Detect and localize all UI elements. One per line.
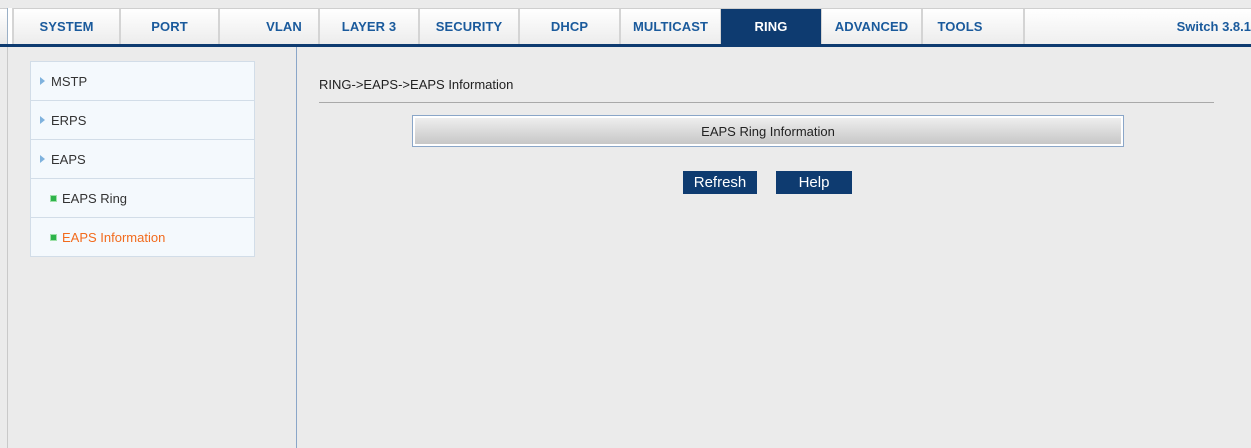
tab-tools[interactable]: TOOLS <box>922 9 1024 44</box>
refresh-button[interactable]: Refresh <box>683 171 757 194</box>
help-button[interactable]: Help <box>776 171 852 194</box>
sidebar-item-label: EAPS Ring <box>62 190 128 206</box>
breadcrumb-divider <box>319 102 1214 103</box>
sidebar-divider <box>296 47 297 448</box>
bullet-square-icon <box>50 233 57 241</box>
tab-dhcp[interactable]: DHCP <box>519 9 620 44</box>
tab-advanced[interactable]: ADVANCED <box>821 9 922 44</box>
sidebar-item-eaps-information[interactable]: EAPS Information <box>31 218 254 257</box>
tab-system[interactable]: SYSTEM <box>13 9 120 44</box>
tab-security[interactable]: SECURITY <box>419 9 519 44</box>
sidebar-item-eaps-ring[interactable]: EAPS Ring <box>31 179 254 218</box>
eaps-ring-information-panel: EAPS Ring Information <box>412 115 1124 147</box>
top-strip <box>0 0 1251 8</box>
firmware-version: Switch 3.8.1 <box>1024 9 1251 44</box>
sidebar-item-mstp[interactable]: MSTP <box>31 62 254 101</box>
expand-arrow-icon <box>40 155 45 163</box>
tab-port[interactable]: PORT <box>120 9 219 44</box>
tab-multicast[interactable]: MULTICAST <box>620 9 721 44</box>
breadcrumb: RING->EAPS->EAPS Information <box>319 77 514 92</box>
sidebar-left-border <box>7 47 8 448</box>
sidebar-item-label: ERPS <box>51 112 87 128</box>
sidebar-item-label: EAPS Information <box>62 229 166 245</box>
expand-arrow-icon <box>40 116 45 124</box>
sidebar-item-label: EAPS <box>51 151 86 167</box>
tab-ring[interactable]: RING <box>721 9 821 44</box>
panel-title: EAPS Ring Information <box>415 118 1121 144</box>
sidebar-item-eaps[interactable]: EAPS <box>31 140 254 179</box>
tab-vlan[interactable]: VLAN <box>219 9 319 44</box>
expand-arrow-icon <box>40 77 45 85</box>
bullet-square-icon <box>50 194 57 202</box>
sidebar-item-label: MSTP <box>51 73 88 89</box>
sidebar-item-erps[interactable]: ERPS <box>31 101 254 140</box>
sidebar-menu: MSTP ERPS EAPS EAPS Ring EAPS Informatio… <box>30 61 255 257</box>
tab-layer3[interactable]: LAYER 3 <box>319 9 419 44</box>
